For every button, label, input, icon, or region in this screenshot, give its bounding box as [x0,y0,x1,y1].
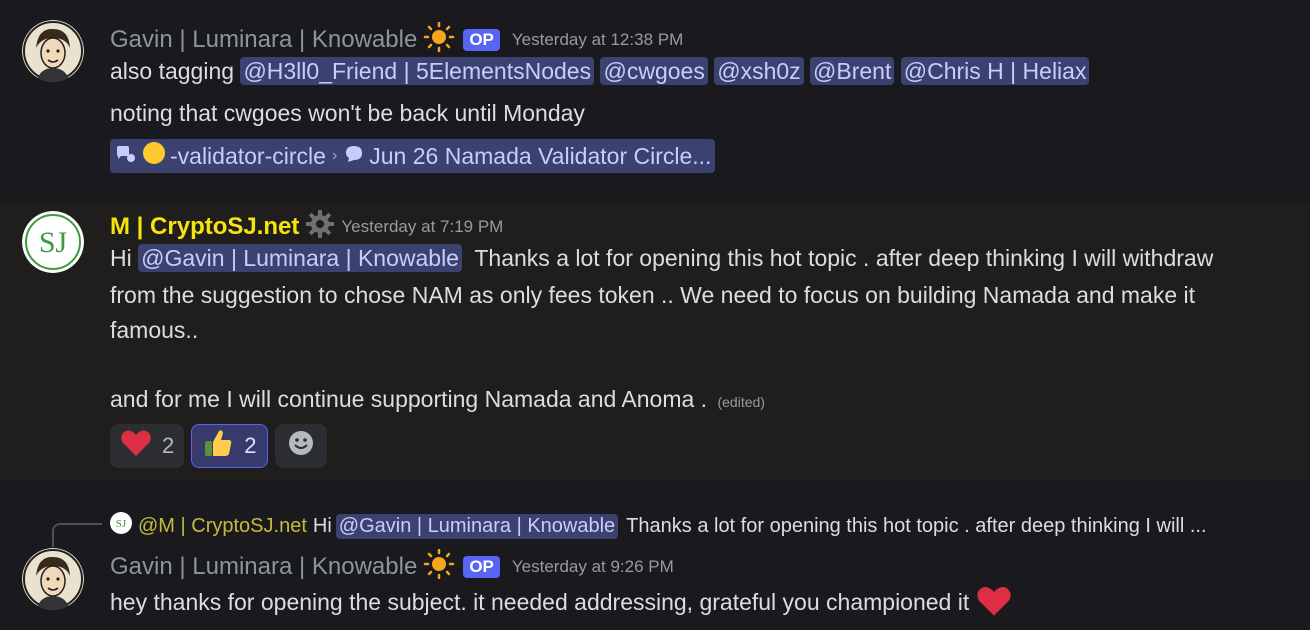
message-text: also tagging [110,58,235,84]
user-mention[interactable]: @Gavin | Luminara | Knowable [335,513,619,539]
message-text: noting that cwgoes won't be back until M… [110,100,585,126]
user-mention[interactable]: @xsh0z [714,57,804,85]
timestamp[interactable]: Yesterday at 9:26 PM [512,557,674,577]
heart-icon [976,585,1012,623]
forum-icon [114,143,138,170]
sun-icon [423,21,455,57]
user-mention[interactable]: @cwgoes [600,57,708,85]
reply-spine [52,523,102,547]
author-name[interactable]: Gavin | Luminara | Knowable [110,26,417,54]
timestamp[interactable]: Yesterday at 12:38 PM [512,30,683,50]
message-text: and for me I will continue supporting Na… [110,386,708,412]
message-text: Hi [110,245,132,271]
reply-text: Hi [312,514,332,537]
reaction-thumbs-up[interactable]: 2 [191,424,268,468]
message-line: hey thanks for opening the subject. it n… [110,585,1012,623]
channel-link-row: -validator-circle › Jun 26 Namada Valida… [110,139,716,173]
author-name[interactable]: Gavin | Luminara | Knowable [110,553,417,581]
avatar-gavin[interactable] [22,20,84,82]
message-text: hey thanks for opening the subject. it n… [110,589,970,616]
reply-avatar: SJ [110,512,132,540]
op-badge: OP [463,28,500,51]
message-text: from the suggestion to chose NAM as only… [110,282,1196,308]
reply-snippet: Thanks a lot for opening this hot topic … [626,514,1207,537]
gear-icon [305,209,335,244]
avatar-m-cryptosj[interactable]: SJ [22,211,84,273]
message-header: M | CryptoSJ.net Yesterday at 7:19 PM [110,209,503,244]
reaction-count: 2 [162,433,175,458]
op-badge: OP [463,555,500,578]
reply-preview[interactable]: SJ @M | CryptoSJ.net Hi @Gavin | Luminar… [110,512,1207,540]
message-header: Gavin | Luminara | Knowable OP Yesterday… [110,548,674,584]
user-mention[interactable]: @Chris H | Heliax [900,57,1090,85]
thread-icon [343,143,365,170]
chevron-right-icon: › [331,147,338,164]
reply-author[interactable]: @M | CryptoSJ.net [138,515,307,538]
svg-text:SJ: SJ [39,226,68,259]
avatar-gavin[interactable] [22,548,84,610]
thumbs-up-icon [202,427,234,465]
message-text: famous.. [110,317,199,343]
smiley-icon [287,429,315,463]
yellow-circle-icon [142,141,166,171]
user-mention[interactable]: @Gavin | Luminara | Knowable [138,244,462,272]
thread-name: Jun 26 Namada Validator Circle... [369,142,712,169]
add-reaction-button[interactable] [274,424,327,468]
user-mention[interactable]: @H3ll0_Friend | 5ElementsNodes [240,57,595,85]
message-text: Thanks a lot for opening this hot topic … [474,245,1214,271]
reaction-count: 2 [244,433,257,458]
reactions-bar: 2 2 [110,424,327,468]
channel-link[interactable]: -validator-circle › Jun 26 Namada Valida… [110,139,716,173]
sun-icon [423,548,455,584]
message-line: also tagging @H3ll0_Friend | 5ElementsNo… [110,57,1090,85]
timestamp[interactable]: Yesterday at 7:19 PM [341,217,503,237]
message-line: and for me I will continue supporting Na… [110,386,765,413]
author-name[interactable]: M | CryptoSJ.net [110,213,299,241]
heart-icon [120,429,152,463]
message-header: Gavin | Luminara | Knowable OP Yesterday… [110,21,683,57]
user-mention[interactable]: @Brent [810,57,895,85]
reaction-heart[interactable]: 2 [110,424,185,468]
edited-label: (edited) [717,394,765,410]
channel-name: -validator-circle [170,142,326,169]
svg-text:SJ: SJ [116,518,127,530]
message-line: Hi @Gavin | Luminara | Knowable Thanks a… [110,244,1214,272]
